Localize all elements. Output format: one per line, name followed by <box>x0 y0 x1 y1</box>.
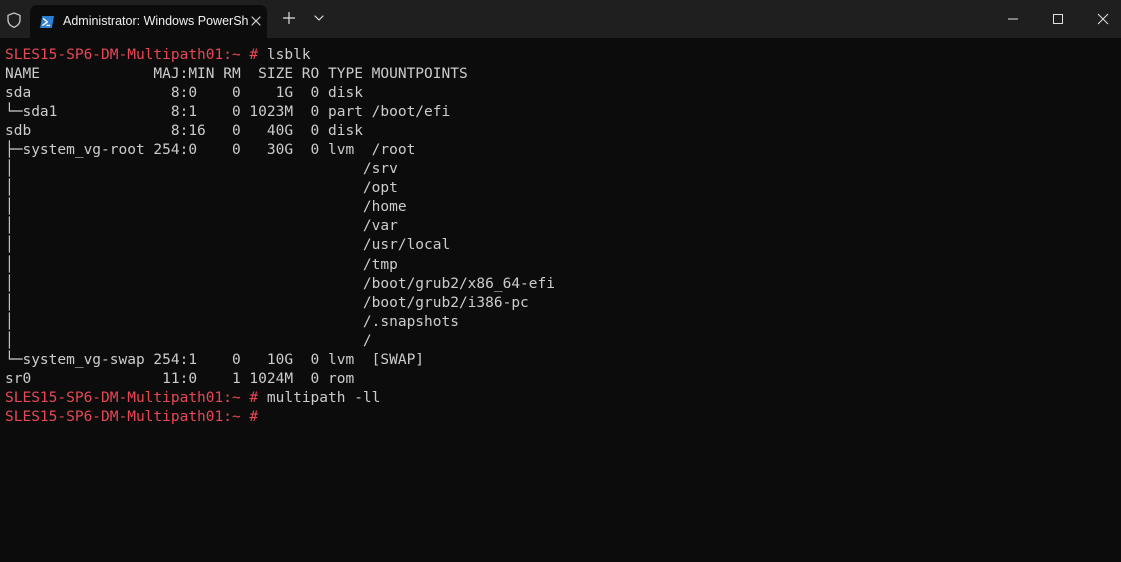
minimize-button[interactable] <box>990 0 1036 38</box>
output-line: │ /usr/local <box>5 237 451 254</box>
scrollbar[interactable] <box>1115 40 1119 558</box>
chevron-down-icon[interactable] <box>309 8 329 28</box>
plus-icon[interactable] <box>279 8 299 28</box>
terminal-window: Administrator: Windows PowerShell SLES15… <box>0 0 1121 562</box>
output-line: │ /opt <box>5 180 398 197</box>
powershell-icon <box>39 14 55 30</box>
output-line: NAME MAJ:MIN RM SIZE RO TYPE MOUNTPOINTS <box>5 66 468 83</box>
terminal-output[interactable]: SLES15-SP6-DM-Multipath01:~ # lsblk NAME … <box>5 46 1115 556</box>
output-line: │ /.snapshots <box>5 313 459 330</box>
output-line: ├─system_vg-root 254:0 0 30G 0 lvm /root <box>5 142 416 159</box>
maximize-icon <box>1053 14 1063 24</box>
prompt-line: SLES15-SP6-DM-Multipath01:~ # <box>5 408 1115 427</box>
output-line: │ /boot/grub2/x86_64-efi <box>5 275 555 292</box>
close-button[interactable] <box>1080 0 1121 38</box>
title-bar: Administrator: Windows PowerShell <box>0 0 1121 38</box>
close-icon <box>1097 13 1109 25</box>
tab-title: Administrator: Windows PowerShell <box>63 14 259 28</box>
output-line: sda 8:0 0 1G 0 disk <box>5 85 363 102</box>
shell-prompt: SLES15-SP6-DM-Multipath01:~ # <box>5 408 259 425</box>
output-line: │ /tmp <box>5 256 398 273</box>
shield-icon <box>5 11 23 29</box>
output-line: sr0 11:0 1 1024M 0 rom <box>5 370 355 387</box>
prompt-line: SLES15-SP6-DM-Multipath01:~ # lsblk <box>5 46 1115 65</box>
prompt-line: SLES15-SP6-DM-Multipath01:~ # multipath … <box>5 389 1115 408</box>
output-line: │ /srv <box>5 161 398 178</box>
command-text: multipath -ll <box>266 389 381 406</box>
shell-prompt: SLES15-SP6-DM-Multipath01:~ # <box>5 47 259 63</box>
command-text: lsblk <box>266 47 311 63</box>
minimize-icon <box>1008 18 1018 20</box>
output-line: │ /home <box>5 199 407 216</box>
output-line: │ / <box>5 332 372 349</box>
shell-prompt: SLES15-SP6-DM-Multipath01:~ # <box>5 389 259 406</box>
output-line: └─sda1 8:1 0 1023M 0 part /boot/efi <box>5 104 451 121</box>
output-line: │ /var <box>5 218 398 235</box>
close-icon[interactable] <box>248 13 264 29</box>
output-line: sdb 8:16 0 40G 0 disk <box>5 123 363 140</box>
output-line: │ /boot/grub2/i386-pc <box>5 294 529 311</box>
maximize-button[interactable] <box>1035 0 1081 38</box>
tab-powershell[interactable]: Administrator: Windows PowerShell <box>30 5 267 38</box>
output-line: └─system_vg-swap 254:1 0 10G 0 lvm [SWAP… <box>5 351 425 368</box>
